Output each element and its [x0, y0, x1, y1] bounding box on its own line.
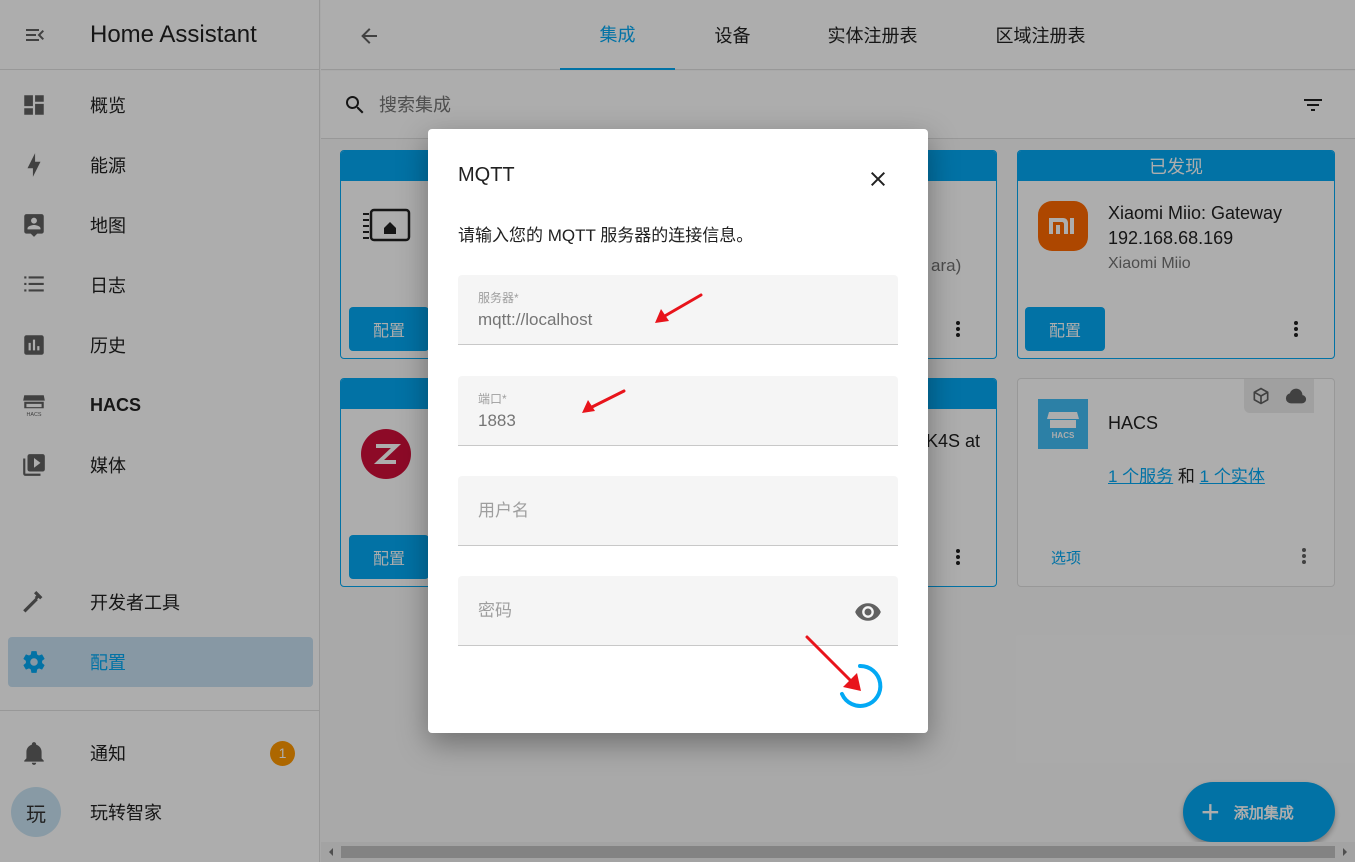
- port-label: 端口*: [478, 392, 507, 406]
- username-input[interactable]: [478, 500, 858, 522]
- password-input[interactable]: [478, 600, 858, 622]
- close-button[interactable]: [863, 164, 893, 194]
- dialog-title: MQTT: [458, 164, 515, 186]
- annotation-arrow-icon: [582, 389, 626, 413]
- port-field[interactable]: 端口*: [458, 376, 898, 446]
- broker-label: 服务器*: [478, 291, 519, 305]
- annotation-arrow-icon: [655, 293, 703, 323]
- username-field[interactable]: [458, 476, 898, 546]
- port-input[interactable]: [478, 410, 858, 432]
- annotation-arrow-icon: [805, 635, 861, 691]
- dialog-description: 请输入您的 MQTT 服务器的连接信息。: [458, 226, 754, 245]
- mqtt-config-dialog: MQTT 请输入您的 MQTT 服务器的连接信息。 服务器* 端口*: [428, 129, 928, 733]
- close-icon: [871, 172, 885, 186]
- eye-icon[interactable]: [854, 598, 882, 626]
